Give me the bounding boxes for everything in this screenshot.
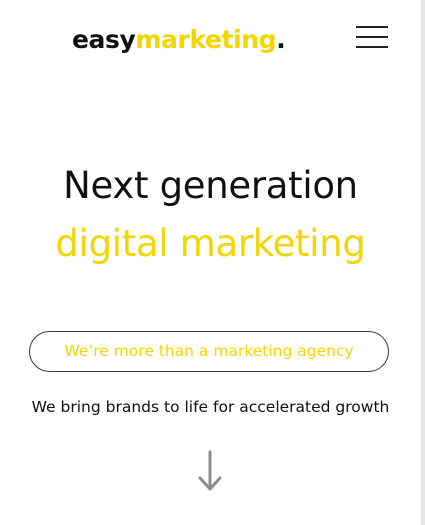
agency-cta-button[interactable]: We’re more than a marketing agency bbox=[29, 331, 389, 372]
logo-part-dot: . bbox=[276, 25, 286, 54]
hamburger-menu-icon[interactable] bbox=[356, 25, 388, 49]
logo-part-marketing: marketing bbox=[135, 25, 277, 54]
logo-part-easy: easy bbox=[72, 25, 136, 54]
arrow-down-icon[interactable] bbox=[197, 450, 223, 492]
hero-section: Next generation digital marketing bbox=[0, 160, 421, 270]
hero-heading-line2: digital marketing bbox=[55, 222, 366, 265]
menu-bar-middle bbox=[356, 36, 388, 38]
hero-subtitle: We bring brands to life for accelerated … bbox=[31, 398, 390, 416]
hero-heading-line1: Next generation bbox=[63, 164, 358, 207]
site-header: easymarketing. bbox=[0, 20, 421, 60]
menu-bar-top bbox=[356, 26, 388, 28]
scrollbar-edge bbox=[421, 0, 425, 525]
logo[interactable]: easymarketing. bbox=[72, 24, 286, 56]
menu-bar-bottom bbox=[356, 46, 388, 48]
